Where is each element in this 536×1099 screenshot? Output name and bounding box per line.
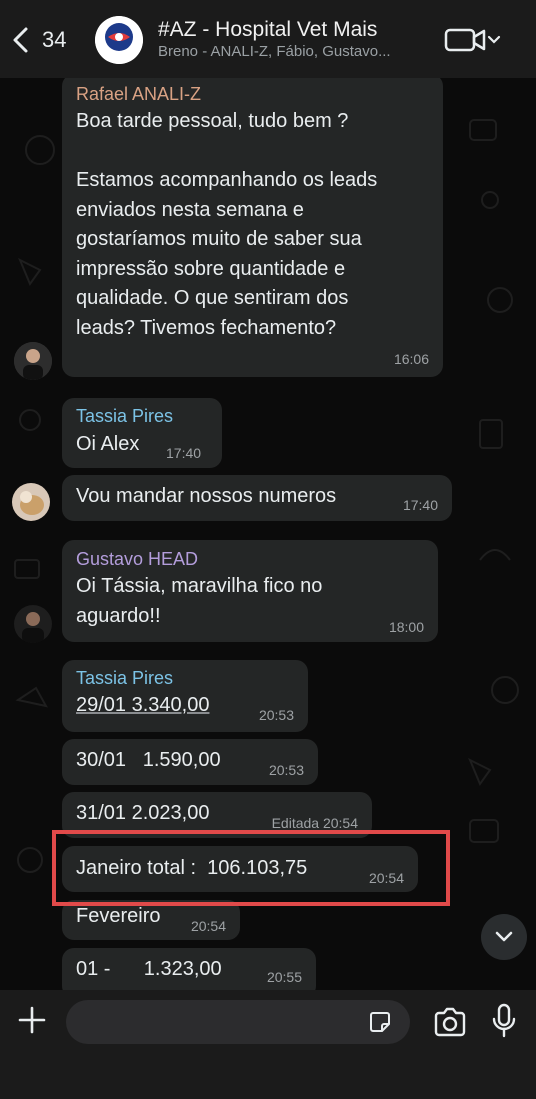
message-sender: Tassia Pires [76,406,174,426]
message-sender: Gustavo HEAD [76,549,199,569]
sticker-icon[interactable] [368,1010,392,1034]
message-text: Oi Tássia, maravilha fico no aguardo!! [76,575,323,627]
message-time: 17:40 [166,445,202,461]
message-time: 20:54 [190,918,226,934]
chat-header: 34 #AZ - Hospital Vet Mais Breno - ANALI… [0,0,536,78]
message-bubble[interactable]: 30/01 1.590,00 20:53 [62,739,318,785]
microphone-icon[interactable] [491,1003,517,1039]
message-sender: Tassia Pires [76,668,174,688]
back-button[interactable]: 34 [10,22,80,58]
message-text: Oi Alex [76,433,140,455]
message-text: Vou mandar nossos numeros [76,485,337,507]
message-input[interactable] [66,1000,410,1044]
highlight-box [52,830,450,906]
message-bubble[interactable]: 01 - 1.323,00 20:55 [62,948,316,990]
composer-bar [0,990,536,1099]
message-bubble[interactable]: Tassia Pires 29/01 3.340,00 20:53 [62,660,308,732]
message-bubble[interactable]: Rafael ANALI-Z Boa tarde pessoal, tudo b… [62,78,443,377]
message-time: Editada 20:54 [271,815,358,831]
message-bubble[interactable]: Gustavo HEAD Oi Tássia, maravilha fico n… [62,540,438,642]
message-time: 20:55 [266,969,302,985]
message-text: 31/01 2.023,00 [76,802,210,824]
message-sender: Rafael ANALI-Z [76,84,202,104]
unread-count: 34 [42,27,67,52]
message-time: 20:53 [258,707,294,723]
message-bubble[interactable]: Fevereiro 20:54 [62,900,240,940]
message-text: 29/01 3.340,00 [76,694,210,716]
group-avatar[interactable] [95,16,143,64]
scroll-down-button[interactable] [481,914,527,960]
message-text: Fevereiro [76,905,161,927]
message-time: 20:53 [268,762,304,778]
avatar[interactable] [14,342,52,380]
plus-icon[interactable] [16,1004,48,1036]
chevron-down-icon [495,931,513,942]
message-bubble[interactable]: Tassia Pires Oi Alex 17:40 [62,398,222,468]
message-bubble[interactable]: Vou mandar nossos numeros 17:40 [62,475,452,521]
group-title[interactable]: #AZ - Hospital Vet Mais [158,18,377,42]
message-time: 16:06 [393,351,429,367]
message-time: 18:00 [388,619,424,635]
avatar[interactable] [14,605,52,643]
group-members[interactable]: Breno - ANALI-Z, Fábio, Gustavo... [158,43,391,60]
message-text: 30/01 1.590,00 [76,749,221,771]
message-time: 17:40 [402,497,438,513]
group-logo [95,16,143,64]
video-call-icon[interactable] [443,26,503,54]
camera-icon[interactable] [433,1007,467,1037]
message-text: Boa tarde pessoal, tudo bem ? Estamos ac… [76,110,378,339]
chevron-left-icon [13,27,28,53]
message-text: 01 - 1.323,00 [76,958,222,980]
avatar[interactable] [12,483,50,521]
